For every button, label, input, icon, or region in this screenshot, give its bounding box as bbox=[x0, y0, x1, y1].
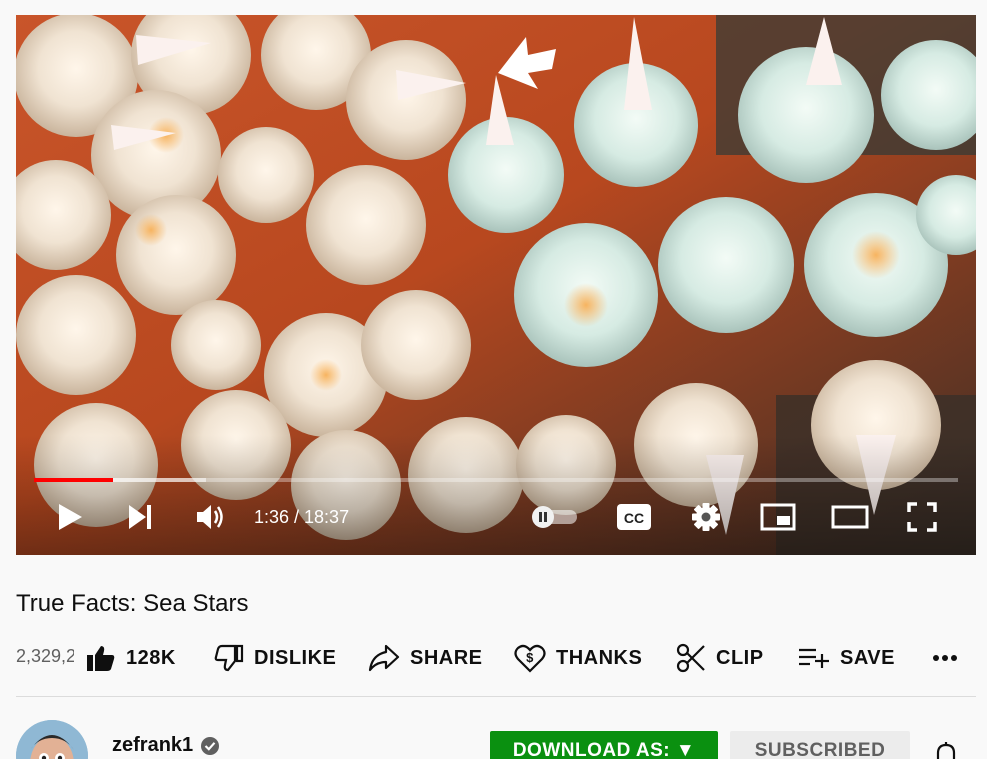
more-horizontal-icon bbox=[933, 655, 957, 661]
subscribe-button[interactable]: SUBSCRIBED bbox=[730, 731, 910, 759]
settings-icon bbox=[692, 503, 720, 531]
player-controls: 1:36 / 18:37 CC bbox=[16, 493, 976, 541]
video-title: True Facts: Sea Stars bbox=[16, 590, 249, 617]
thumbs-up-icon bbox=[87, 646, 115, 671]
verified-badge-icon bbox=[201, 736, 220, 755]
share-label: SHARE bbox=[410, 646, 483, 669]
volume-icon bbox=[197, 505, 223, 529]
fullscreen-icon bbox=[907, 502, 937, 532]
add-to-playlist-icon bbox=[799, 648, 829, 668]
captions-button[interactable]: CC bbox=[614, 493, 654, 541]
fullscreen-button[interactable] bbox=[902, 493, 942, 541]
share-button[interactable]: SHARE bbox=[368, 638, 483, 678]
video-actions: 2,329,2 128K DISLIKE SHARE $ THANKS CLIP… bbox=[16, 638, 976, 678]
share-icon bbox=[368, 644, 400, 672]
like-count: 128K bbox=[126, 646, 176, 669]
theater-mode-button[interactable] bbox=[830, 493, 870, 541]
video-player[interactable]: 1:36 / 18:37 CC bbox=[16, 15, 976, 555]
divider bbox=[16, 696, 976, 697]
svg-text:$: $ bbox=[526, 650, 534, 665]
progress-bar[interactable] bbox=[34, 478, 958, 482]
clip-button[interactable]: CLIP bbox=[676, 638, 764, 678]
settings-button[interactable] bbox=[686, 493, 726, 541]
next-button[interactable] bbox=[120, 493, 160, 541]
progress-played bbox=[34, 478, 114, 482]
save-label: SAVE bbox=[840, 646, 895, 669]
autoplay-toggle-icon bbox=[532, 506, 577, 528]
channel-info: zefrank1 bbox=[112, 734, 220, 757]
miniplayer-button[interactable] bbox=[758, 493, 798, 541]
svg-text:CC: CC bbox=[624, 510, 644, 526]
watch-page: 1:36 / 18:37 CC True Facts: Sea Stars 2,… bbox=[0, 0, 987, 759]
play-icon bbox=[59, 504, 82, 530]
bell-icon bbox=[936, 742, 956, 759]
dislike-label: DISLIKE bbox=[254, 646, 337, 669]
time-display: 1:36 / 18:37 bbox=[254, 507, 350, 527]
channel-avatar[interactable] bbox=[16, 720, 88, 759]
save-button[interactable]: SAVE bbox=[798, 638, 895, 678]
notification-bell-button[interactable] bbox=[932, 740, 960, 759]
theater-mode-icon bbox=[831, 505, 869, 529]
captions-icon: CC bbox=[617, 504, 651, 530]
next-icon bbox=[129, 505, 151, 529]
avatar-image bbox=[16, 720, 88, 759]
more-actions-button[interactable] bbox=[932, 638, 958, 678]
autoplay-toggle[interactable] bbox=[530, 493, 582, 541]
download-button[interactable]: DOWNLOAD AS: ▼ bbox=[490, 731, 718, 759]
miniplayer-icon bbox=[760, 503, 796, 531]
thanks-button[interactable]: $ THANKS bbox=[514, 638, 642, 678]
view-count: 2,329,2 bbox=[16, 646, 74, 666]
dislike-button[interactable]: DISLIKE bbox=[214, 638, 336, 678]
like-button[interactable]: 128K bbox=[86, 638, 176, 678]
volume-button[interactable] bbox=[190, 493, 230, 541]
thanks-label: THANKS bbox=[556, 646, 643, 669]
super-thanks-icon: $ bbox=[514, 644, 546, 673]
play-button[interactable] bbox=[50, 493, 90, 541]
thumbs-down-icon bbox=[214, 644, 244, 672]
scissors-icon bbox=[676, 643, 705, 673]
channel-name[interactable]: zefrank1 bbox=[112, 734, 193, 757]
clip-label: CLIP bbox=[716, 646, 764, 669]
